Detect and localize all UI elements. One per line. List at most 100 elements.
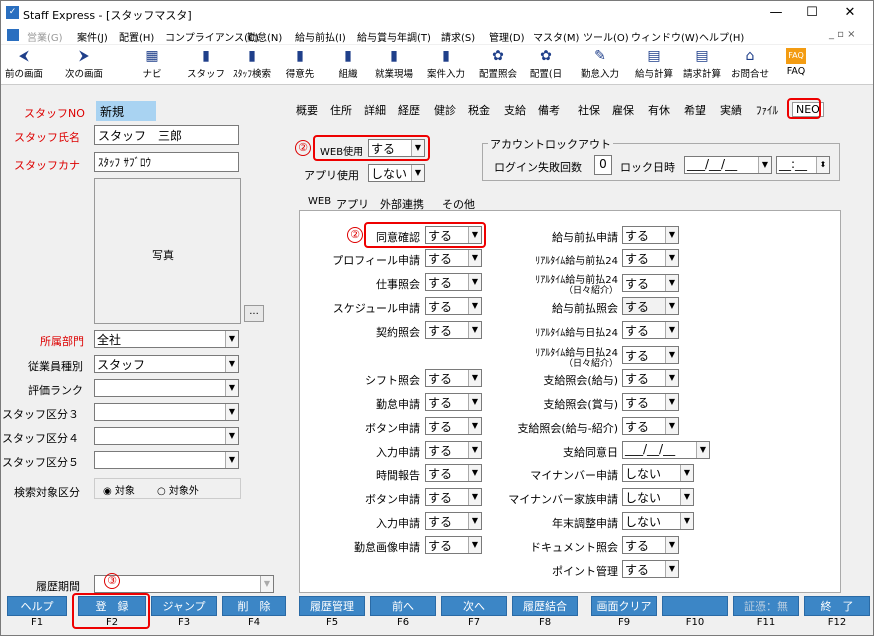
- toolbar-staff-search-button[interactable]: ▮ ｽﾀｯﾌ検索: [229, 46, 275, 84]
- button-request-select[interactable]: する ▼: [425, 417, 482, 435]
- toolbar-staff-button[interactable]: ▮ スタッフ: [183, 46, 229, 84]
- mynumber-family-select[interactable]: しない ▼: [622, 488, 694, 506]
- tab-wishes[interactable]: 希望: [684, 102, 706, 118]
- button-request-2-select[interactable]: する ▼: [425, 488, 482, 506]
- toolbar-inquiry-button[interactable]: ⌂ お問合せ: [727, 46, 773, 84]
- emp-type-select[interactable]: スタッフ ▼: [94, 355, 239, 373]
- f12-exit-button[interactable]: 終 了: [804, 596, 870, 616]
- photo-browse-button[interactable]: ...: [244, 305, 264, 322]
- pay-inquiry-salary-select[interactable]: する ▼: [622, 369, 679, 387]
- close-button[interactable]: ✕: [835, 5, 865, 20]
- schedule-request-select[interactable]: する ▼: [425, 297, 482, 315]
- toolbar-navi-button[interactable]: ▦ ナビ: [129, 46, 175, 84]
- staff-kana-field[interactable]: ｽﾀｯﾌ ｻﾌﾞﾛｳ: [94, 152, 239, 172]
- menu-tools[interactable]: ツール(O): [583, 29, 629, 44]
- tab-notes[interactable]: 備考: [538, 102, 560, 118]
- job-inquiry-select[interactable]: する ▼: [425, 273, 482, 291]
- tab-tax[interactable]: 税金: [468, 102, 490, 118]
- toolbar-org-button[interactable]: ▮ 組織: [325, 46, 371, 84]
- tab-career[interactable]: 経歴: [398, 102, 420, 118]
- attendance-image-select[interactable]: する ▼: [425, 536, 482, 554]
- minimize-button[interactable]: —: [761, 5, 791, 20]
- photo-box[interactable]: 写真: [94, 178, 241, 324]
- pay-inquiry-intro-select[interactable]: する ▼: [622, 417, 679, 435]
- rt-advance-24-select[interactable]: する ▼: [622, 249, 679, 267]
- tab-employment-ins[interactable]: 雇保: [612, 102, 634, 118]
- history-period-select[interactable]: ▼: [94, 575, 274, 593]
- f1-help-button[interactable]: ヘルプ: [7, 596, 67, 616]
- radio-non-target[interactable]: ○ 対象外: [157, 482, 199, 497]
- shift-inquiry-select[interactable]: する ▼: [425, 369, 482, 387]
- f10-button[interactable]: [662, 596, 728, 616]
- tab-detail[interactable]: 詳細: [364, 102, 386, 118]
- staff-cat4-select[interactable]: ▼: [94, 427, 239, 445]
- time-report-select[interactable]: する ▼: [425, 464, 482, 482]
- advance-pay-inquiry-select[interactable]: する ▼: [622, 297, 679, 315]
- menu-billing[interactable]: 請求(S): [441, 29, 475, 44]
- toolbar-assign-day-button[interactable]: ✿ 配置(日: [523, 46, 569, 84]
- menu-attendance[interactable]: 勤怠(N): [247, 29, 282, 44]
- toolbar-client-button[interactable]: ▮ 得意先: [277, 46, 323, 84]
- contract-inquiry-select[interactable]: する ▼: [425, 321, 482, 339]
- menu-jobs[interactable]: 案件(J): [77, 29, 108, 44]
- input-request-2-select[interactable]: する ▼: [425, 512, 482, 530]
- toolbar-payroll-button[interactable]: ▤ 給与計算: [631, 46, 677, 84]
- maximize-button[interactable]: ☐: [797, 5, 827, 20]
- tab-file[interactable]: ﾌｧｲﾙ: [756, 102, 778, 118]
- f3-jump-button[interactable]: ジャンプ: [151, 596, 217, 616]
- rt-daily-24-intro-select[interactable]: する ▼: [622, 346, 679, 364]
- menu-sales[interactable]: 営業(G): [27, 29, 63, 44]
- pay-consent-date-picker[interactable]: ___/__/__ ▼: [622, 441, 710, 459]
- mdi-controls[interactable]: _ ▫ ×: [829, 29, 856, 40]
- tab-paid-leave[interactable]: 有休: [648, 102, 670, 118]
- tab-payment[interactable]: 支給: [504, 102, 526, 118]
- f7-next-button[interactable]: 次へ: [441, 596, 507, 616]
- menu-help[interactable]: ヘルプ(H): [699, 29, 744, 44]
- staff-cat3-select[interactable]: ▼: [94, 403, 239, 421]
- login-fail-field[interactable]: 0: [594, 155, 612, 175]
- toolbar-back-button[interactable]: ⮜ 前の画面: [1, 46, 47, 84]
- point-manage-select[interactable]: する ▼: [622, 560, 679, 578]
- rt-advance-24-daily-select[interactable]: する ▼: [622, 274, 679, 292]
- rank-select[interactable]: ▼: [94, 379, 239, 397]
- menu-advance-pay[interactable]: 給与前払(I): [295, 29, 346, 44]
- staff-no-field[interactable]: 新規: [96, 101, 156, 121]
- f11-voucher-button[interactable]: 証憑：無: [733, 596, 799, 616]
- tab-overview[interactable]: 概要: [296, 102, 318, 118]
- pay-inquiry-bonus-select[interactable]: する ▼: [622, 393, 679, 411]
- menu-compliance[interactable]: コンプライアンス(C): [165, 29, 259, 44]
- menu-window[interactable]: ウィンドウ(W): [631, 29, 699, 44]
- f5-history-button[interactable]: 履歴管理: [299, 596, 365, 616]
- input-request-select[interactable]: する ▼: [425, 441, 482, 459]
- toolbar-attendance-button[interactable]: ✎ 勤怠入力: [577, 46, 623, 84]
- tab-health[interactable]: 健診: [434, 102, 456, 118]
- tab-address[interactable]: 住所: [330, 102, 352, 118]
- app-use-select[interactable]: しない ▼: [368, 164, 425, 182]
- year-end-adjust-select[interactable]: しない ▼: [622, 512, 694, 530]
- f6-prev-button[interactable]: 前へ: [370, 596, 436, 616]
- radio-target[interactable]: ◉ 対象: [103, 482, 135, 497]
- toolbar-billing-button[interactable]: ▤ 請求計算: [679, 46, 725, 84]
- toolbar-assign-button[interactable]: ✿ 配置照会: [475, 46, 521, 84]
- toolbar-site-button[interactable]: ▮ 就業現場: [371, 46, 417, 84]
- tab-results[interactable]: 実績: [720, 102, 742, 118]
- menu-master[interactable]: マスタ(M): [533, 29, 579, 44]
- menu-assign[interactable]: 配置(H): [119, 29, 154, 44]
- f4-delete-button[interactable]: 削 除: [222, 596, 286, 616]
- toolbar-forward-button[interactable]: ⮞ 次の画面: [61, 46, 107, 84]
- staff-name-field[interactable]: スタッフ 三郎: [94, 125, 239, 145]
- attendance-request-select[interactable]: する ▼: [425, 393, 482, 411]
- mynumber-request-select[interactable]: しない ▼: [622, 464, 694, 482]
- f9-clear-button[interactable]: 画面クリア: [591, 596, 657, 616]
- toolbar-faq-button[interactable]: FAQ FAQ: [773, 46, 819, 84]
- menu-admin[interactable]: 管理(D): [489, 29, 525, 44]
- rt-daily-24-select[interactable]: する ▼: [622, 321, 679, 339]
- dept-select[interactable]: 全社 ▼: [94, 330, 239, 348]
- toolbar-job-button[interactable]: ▮ 案件入力: [423, 46, 469, 84]
- advance-pay-request-select[interactable]: する ▼: [622, 226, 679, 244]
- lock-date-picker[interactable]: ___/__/__ ▼: [684, 156, 772, 174]
- subtab-web[interactable]: WEB: [308, 196, 331, 207]
- lock-time-spinner[interactable]: __:__ ⬍: [776, 156, 830, 174]
- menu-payroll[interactable]: 給与賞与年調(T): [357, 29, 431, 44]
- staff-cat5-select[interactable]: ▼: [94, 451, 239, 469]
